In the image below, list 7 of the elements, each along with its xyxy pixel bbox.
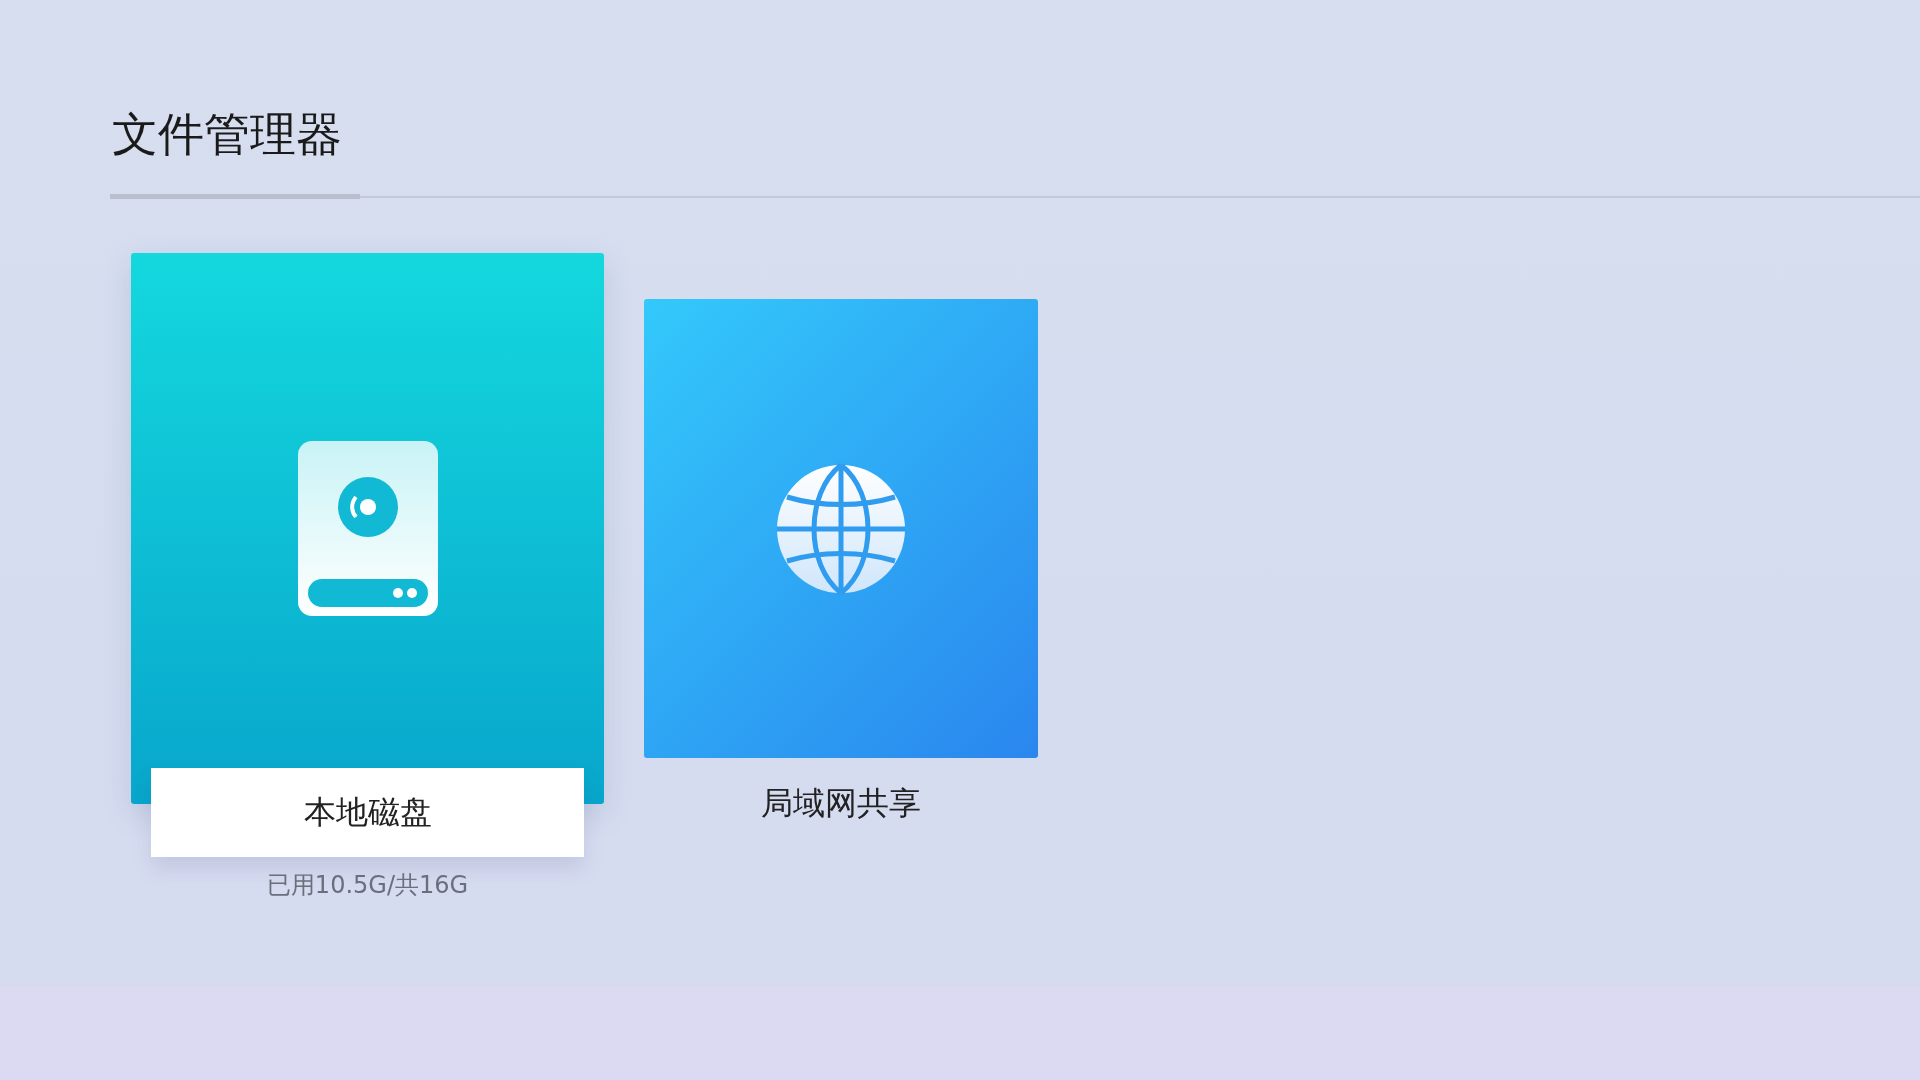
globe-icon: [775, 462, 907, 595]
hard-drive-icon: [297, 441, 438, 616]
tile-label: 本地磁盘: [151, 768, 584, 857]
tile-label: 局域网共享: [761, 783, 921, 824]
page-title: 文件管理器: [110, 104, 360, 199]
network-share-tile[interactable]: [644, 299, 1038, 758]
storage-usage-text: 已用10.5G/共16G: [266, 870, 469, 901]
